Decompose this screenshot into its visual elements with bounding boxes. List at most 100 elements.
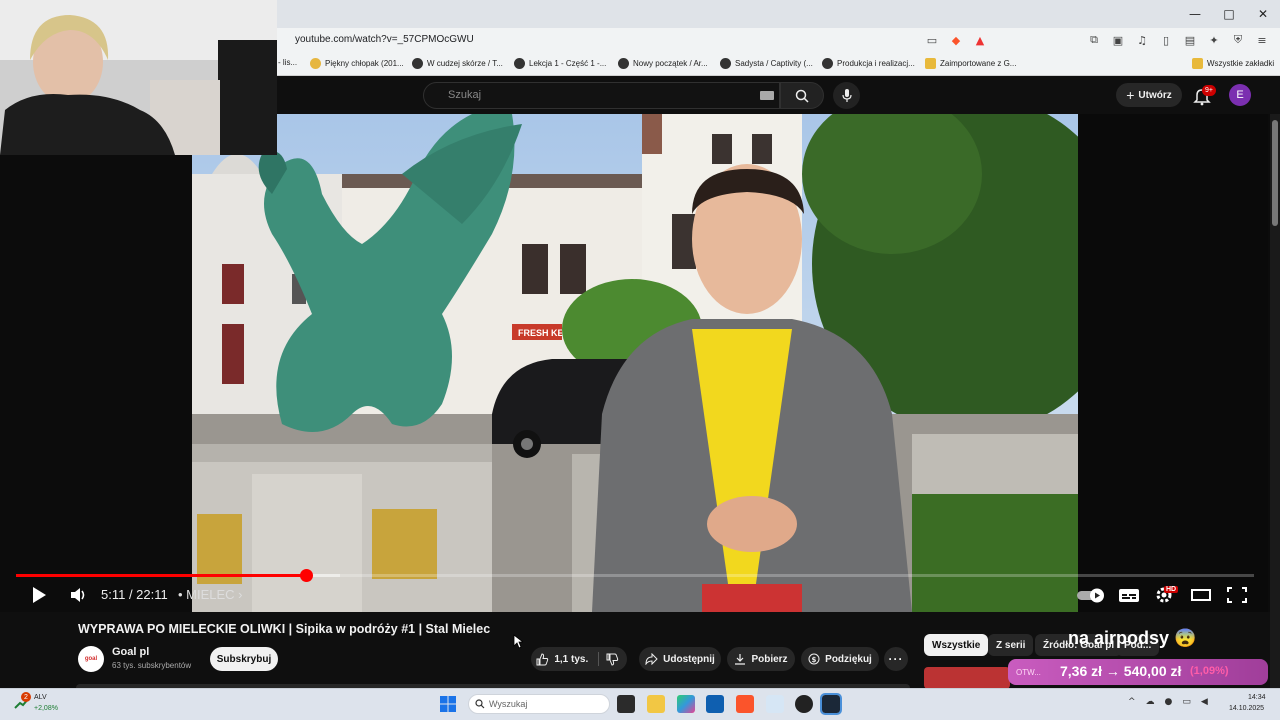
subscriber-count: 63 tys. subskrybentów (112, 661, 192, 670)
maximize-icon[interactable]: □ (1212, 0, 1246, 28)
search-icon (795, 89, 809, 103)
plus-icon: + (1126, 87, 1135, 103)
more-icon: ··· (888, 652, 904, 666)
bookmark-favicon-icon (310, 58, 321, 69)
keyboard-icon[interactable] (760, 91, 774, 100)
bookmark-item[interactable]: Produkcja i realizacj... (822, 58, 915, 69)
onedrive-icon[interactable]: ☁ (1146, 697, 1155, 707)
ad-small-text: OTW... (1016, 668, 1041, 677)
search-placeholder: Szukaj (448, 89, 482, 101)
ad-title: na airpodsy 😨 (1068, 628, 1197, 648)
brave-browser-icon[interactable] (736, 695, 754, 713)
video-frame-image: FRESH KEBA (192, 114, 1078, 612)
ad-percent: (1,09%) (1190, 665, 1229, 677)
voice-search-button[interactable] (833, 82, 860, 109)
brave-rewards-icon[interactable]: ▲ (972, 32, 988, 48)
microphone-icon (841, 88, 852, 102)
mouse-cursor-icon (513, 634, 523, 649)
chip-series[interactable]: Z serii (988, 634, 1034, 656)
scrollbar-thumb[interactable] (1272, 120, 1278, 226)
theater-mode-icon[interactable] (1190, 586, 1212, 604)
bookmark-item[interactable]: W cudzej skórze / T... (412, 58, 503, 69)
subtitles-icon[interactable] (1118, 586, 1140, 604)
windows-start-icon[interactable] (440, 696, 456, 712)
taskbar-search-icon (475, 699, 485, 709)
subscribe-button[interactable]: Subskrybuj (210, 647, 278, 671)
fullscreen-icon[interactable] (1226, 586, 1248, 604)
extensions-icon[interactable]: ⧉ (1086, 32, 1102, 48)
dislike-button[interactable] (599, 653, 627, 666)
video-title: WYPRAWA PO MIELECKIE OLIWKI | Sipika w p… (78, 622, 491, 636)
window-controls: — □ ✕ (1178, 0, 1280, 28)
steam-icon[interactable] (820, 693, 842, 715)
svg-text:$: $ (812, 656, 817, 664)
share-button[interactable]: Udostępnij (639, 647, 721, 671)
vpn-icon[interactable]: ⛨ (1230, 32, 1246, 48)
bookmark-item[interactable]: Zaimportowane z G... (925, 58, 1016, 69)
clock-date[interactable]: 14.10.2025 (1229, 705, 1264, 712)
copilot-icon[interactable] (677, 695, 695, 713)
task-view-icon[interactable] (617, 695, 635, 713)
minimize-icon[interactable]: — (1178, 0, 1212, 28)
video-frame[interactable]: FRESH KEBA (192, 114, 1078, 612)
webcam-overlay (0, 0, 277, 155)
tab-search-icon[interactable]: ▣ (1110, 32, 1126, 48)
clock-time[interactable]: 14:34 (1248, 694, 1266, 701)
like-dislike-group: 1,1 tys. (531, 647, 627, 671)
bookmark-item[interactable]: Sadysta / Captivity (... (720, 58, 813, 69)
file-explorer-icon[interactable] (647, 695, 665, 713)
sidebar-icon[interactable]: ▯ (1158, 32, 1174, 48)
folder-icon (1192, 58, 1203, 69)
display-icon[interactable]: ▭ (1182, 697, 1191, 707)
chevron-up-icon[interactable]: ^ (1128, 697, 1136, 707)
wallet-icon[interactable]: ▤ (1182, 32, 1198, 48)
bookmark-favicon-icon (412, 58, 423, 69)
taskbar-search-placeholder: Wyszukaj (489, 699, 528, 709)
bookmark-item[interactable]: Nowy początek / Ar... (618, 58, 708, 69)
cast-icon[interactable]: ▭ (924, 32, 940, 48)
menu-icon[interactable]: ≡ (1254, 32, 1270, 48)
autoplay-toggle-icon[interactable] (1076, 586, 1106, 604)
leo-ai-icon[interactable]: ✦ (1206, 32, 1222, 48)
download-icon (735, 654, 746, 665)
create-button[interactable]: + Utwórz (1116, 83, 1182, 107)
system-tray: ^ ☁ ● ▭ ◀ (1128, 697, 1208, 707)
video-letterbox (1078, 114, 1268, 612)
app-icon[interactable] (766, 695, 784, 713)
all-bookmarks[interactable]: Wszystkie zakładki (1192, 58, 1274, 69)
stock-badge: 2 (21, 692, 31, 702)
bookmark-item[interactable]: Lekcja 1 - Część 1 -... (514, 58, 606, 69)
store-icon[interactable] (706, 695, 724, 713)
account-avatar[interactable]: E (1229, 84, 1251, 106)
url-text[interactable]: youtube.com/watch?v=_57CPMOcGWU (295, 34, 474, 45)
stock-symbol: ALV (34, 694, 47, 701)
progress-scrubber[interactable] (300, 569, 313, 582)
ad-price: 7,36 zł → 540,00 zł (1060, 663, 1182, 679)
speaker-icon[interactable]: ◀ (1201, 697, 1208, 707)
play-icon[interactable] (30, 586, 48, 604)
volume-icon[interactable] (70, 586, 88, 604)
search-button[interactable] (780, 82, 824, 109)
download-button[interactable]: Pobierz (727, 647, 795, 671)
microphone-tray-icon[interactable]: ● (1165, 697, 1173, 707)
notifications-badge: 9+ (1202, 85, 1216, 96)
close-icon[interactable]: ✕ (1246, 0, 1280, 28)
obs-icon[interactable] (795, 695, 813, 713)
more-actions-button[interactable]: ··· (884, 647, 908, 671)
media-icon[interactable]: ♫ (1134, 32, 1150, 48)
webcam-image (0, 0, 277, 155)
bookmark-favicon-icon (720, 58, 731, 69)
like-button[interactable]: 1,1 tys. (531, 652, 594, 666)
brave-shield-icon[interactable]: ◆ (948, 32, 964, 48)
recommended-thumbnail[interactable] (924, 667, 1010, 689)
chapter-title[interactable]: • MIELEC › (178, 587, 243, 602)
thumbs-down-icon (606, 653, 619, 666)
bookmark-item[interactable]: - lis... (278, 58, 297, 67)
bookmark-item[interactable]: Piękny chłopak (201... (310, 58, 404, 69)
channel-name[interactable]: Goal pl (112, 646, 149, 658)
chip-all[interactable]: Wszystkie (924, 634, 989, 656)
time-display: 5:11 / 22:11 (101, 587, 168, 602)
channel-avatar[interactable]: goal (78, 646, 104, 672)
thanks-button[interactable]: $ Podziękuj (801, 647, 879, 671)
folder-icon (925, 58, 936, 69)
